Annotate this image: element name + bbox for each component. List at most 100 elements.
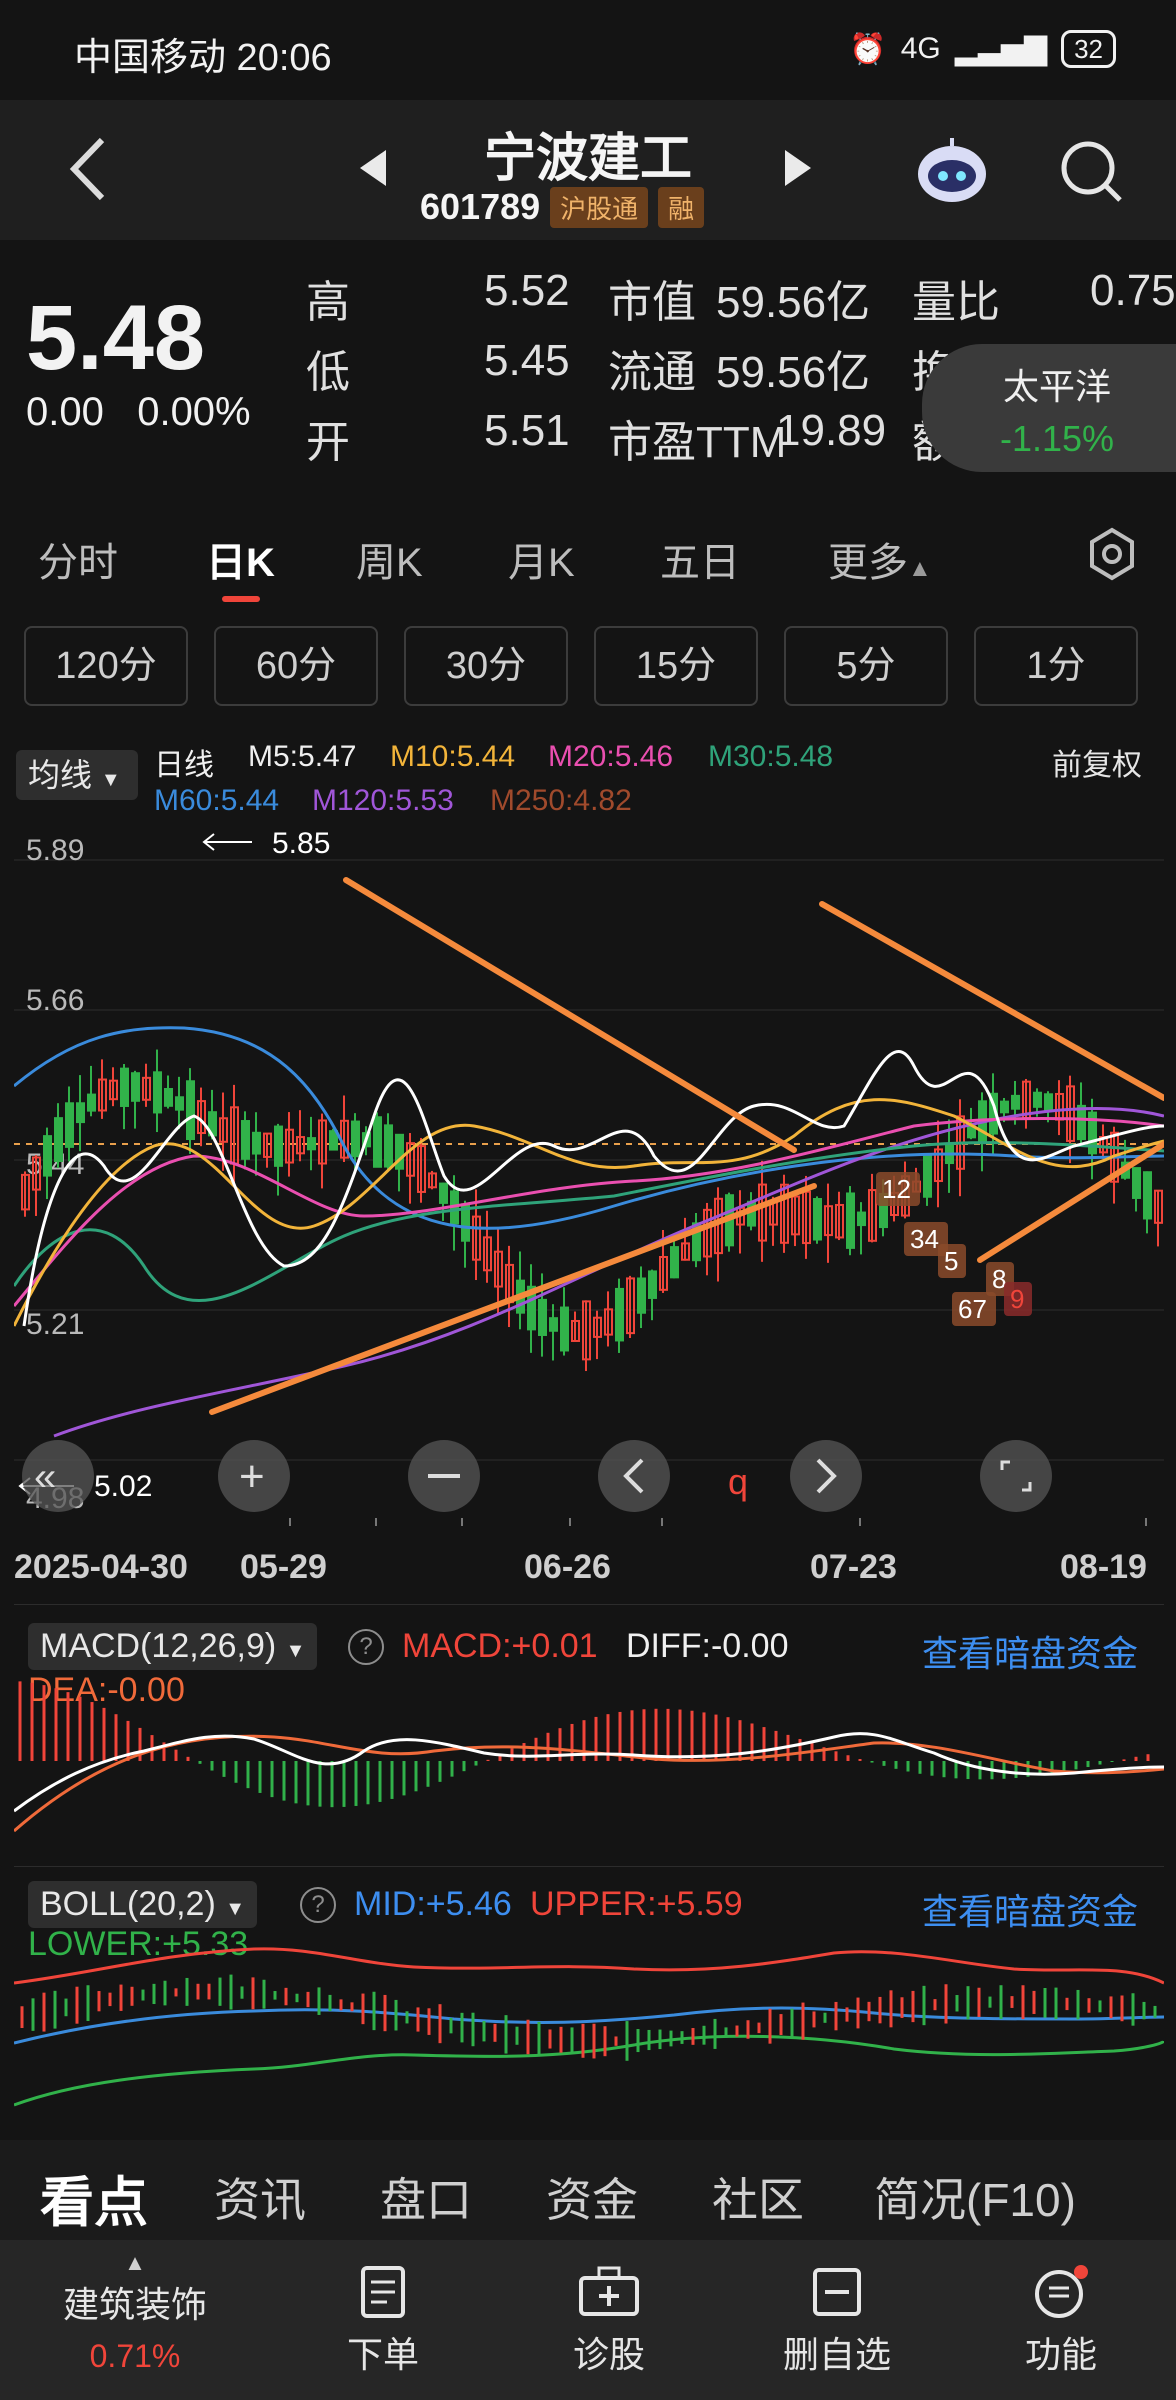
market-cap-label: 市值: [608, 278, 696, 327]
candle-body: [813, 1198, 822, 1241]
tab-daily-k[interactable]: 日K: [206, 530, 275, 588]
scroll-left-button[interactable]: [598, 1440, 670, 1512]
search-icon[interactable]: [1056, 136, 1126, 206]
boll-selector[interactable]: BOLL(20,2) ▼: [28, 1881, 258, 1928]
index-popup[interactable]: 太平洋 -1.15%: [922, 344, 1176, 472]
settings-icon[interactable]: [1084, 526, 1140, 582]
sector-button[interactable]: ▲ 建筑装饰 0.71%: [40, 2250, 230, 2375]
candle-body: [76, 1102, 85, 1124]
boll-panel: BOLL(20,2) ▼ ? MID:+5.46 UPPER:+5.59 查看暗…: [14, 1866, 1164, 2110]
zoom-in-button[interactable]: +: [218, 1440, 290, 1512]
candle-body: [1143, 1171, 1152, 1220]
rewind-button[interactable]: «: [22, 1440, 94, 1512]
candle-body: [120, 1067, 129, 1107]
diagnose-button[interactable]: 诊股: [524, 2264, 694, 2378]
btn-60min[interactable]: 60分: [214, 626, 378, 706]
candle-body: [252, 1131, 261, 1155]
order-button[interactable]: 下单: [298, 2264, 468, 2378]
diagnose-icon: [579, 2266, 639, 2316]
tab-monthly-k[interactable]: 月K: [508, 530, 575, 588]
dea-line: [14, 1734, 1164, 1833]
dropdown-icon: ▼: [285, 1640, 306, 1662]
fullscreen-button[interactable]: [980, 1440, 1052, 1512]
adjust-mode[interactable]: 前复权: [1052, 740, 1142, 784]
tab-news[interactable]: 资讯: [214, 2164, 306, 2230]
macd-selector-label: MACD(12,26,9): [40, 1627, 277, 1665]
help-icon[interactable]: ?: [348, 1629, 384, 1665]
active-tab-indicator: [222, 596, 260, 602]
candle-body: [846, 1192, 855, 1249]
low-label: 低: [306, 348, 350, 397]
tab-more[interactable]: 更多▲: [828, 530, 932, 588]
volume-ratio-value: 0.75: [1090, 266, 1176, 315]
dropdown-icon: ▼: [225, 1898, 246, 1920]
carrier-time: 中国移动 20:06: [74, 37, 332, 79]
float-cap-value: 59.56亿: [716, 348, 871, 397]
date-3: 06-26: [524, 1548, 611, 1586]
minute-period-buttons: 120分 60分 30分 15分 5分 1分: [0, 622, 1176, 712]
btn-5min[interactable]: 5分: [784, 626, 948, 706]
functions-button[interactable]: 功能: [976, 2264, 1146, 2378]
svg-text:«: «: [34, 1455, 56, 1499]
tab-fund-flow[interactable]: 资金: [546, 2164, 638, 2230]
candle-body: [65, 1102, 74, 1148]
period-tabs: 分时 日K 周K 月K 五日 更多▲: [0, 500, 1176, 620]
tab-highlights[interactable]: 看点: [40, 2158, 148, 2237]
zoom-out-button[interactable]: [408, 1440, 480, 1512]
price-change-line: 0.00 0.00%: [26, 390, 251, 435]
remove-favorite-button[interactable]: 删自选: [752, 2264, 922, 2378]
date-2: 05-29: [240, 1548, 327, 1586]
sector-name: 建筑装饰: [62, 2284, 207, 2325]
tab-f10[interactable]: 简况(F10): [874, 2164, 1076, 2230]
pe-value: 19.89: [776, 406, 887, 455]
boll-upper: UPPER:+5.59: [530, 1885, 743, 1923]
svg-text:+: +: [239, 1452, 265, 1501]
candle-body: [164, 1088, 173, 1107]
tab-five-day[interactable]: 五日: [660, 530, 740, 588]
system-icons: ⏰ 4G ▂▃▅▇ 32: [849, 30, 1116, 68]
volume-ratio-label: 量比: [912, 278, 1000, 327]
low-value: 5.45: [484, 336, 570, 385]
btn-120min[interactable]: 120分: [24, 626, 188, 706]
candle-body: [274, 1125, 283, 1167]
candle-body: [307, 1137, 316, 1151]
diagnose-label: 诊股: [572, 2334, 645, 2375]
macd-selector[interactable]: MACD(12,26,9) ▼: [28, 1623, 318, 1670]
candle-body: [560, 1306, 569, 1352]
candle-body: [384, 1124, 393, 1168]
btn-1min[interactable]: 1分: [974, 626, 1138, 706]
functions-label: 功能: [1024, 2334, 1097, 2375]
stock-code-line: 601789 沪股通 融: [420, 186, 705, 228]
quote-panel: 5.48 0.00 0.00% 高 5.52 市值 59.56亿 量比 0.75…: [0, 240, 1176, 495]
scroll-right-button[interactable]: [790, 1440, 862, 1512]
next-stock-icon[interactable]: [785, 150, 811, 186]
tab-order-book[interactable]: 盘口: [380, 2164, 472, 2230]
date-end: 08-19: [1060, 1548, 1147, 1586]
btn-15min[interactable]: 15分: [594, 626, 758, 706]
candle-body: [923, 1154, 932, 1198]
candle-body: [329, 1130, 338, 1151]
candle-body: [1077, 1104, 1086, 1141]
tab-community[interactable]: 社区: [712, 2164, 804, 2230]
btn-30min[interactable]: 30分: [404, 626, 568, 706]
tab-intraday[interactable]: 分时: [38, 530, 118, 588]
status-bar: 中国移动 20:06 ⏰ 4G ▂▃▅▇ 32: [0, 0, 1176, 100]
high-value: 5.52: [484, 266, 570, 315]
candle-body: [1044, 1093, 1053, 1111]
dark-pool-link-macd[interactable]: 查看暗盘资金: [922, 1625, 1138, 1677]
candle-body: [153, 1071, 162, 1114]
candle-body: [175, 1096, 184, 1111]
network-label: 4G: [900, 32, 941, 65]
q-marker: q: [728, 1461, 748, 1502]
ma5: M5:5.47: [248, 740, 357, 773]
candlestick-chart[interactable]: 5.89 5.66 5.44 5.21 4.98 12 34 5 67 8 9 …: [14, 826, 1164, 1526]
pattern-annotations: 12 34 5 67 8 9: [876, 1172, 1032, 1326]
help-icon[interactable]: ?: [300, 1887, 336, 1923]
ai-assistant-icon[interactable]: [912, 136, 992, 206]
annot-5: 5: [944, 1246, 958, 1276]
candle-body: [538, 1298, 547, 1336]
candle-body: [54, 1117, 63, 1163]
indicator-selector[interactable]: 均线 ▼: [16, 750, 138, 800]
battery-icon: 32: [1061, 30, 1116, 68]
tab-weekly-k[interactable]: 周K: [356, 530, 423, 588]
